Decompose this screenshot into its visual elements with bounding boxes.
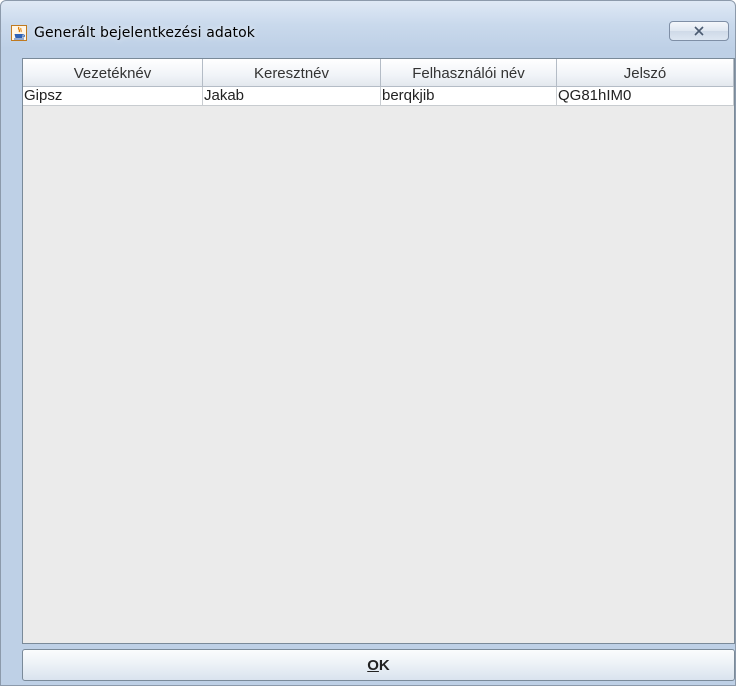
close-button[interactable] bbox=[669, 21, 729, 41]
ok-button-mnemonic: O bbox=[367, 656, 379, 674]
window-title: Generált bejelentkezési adatok bbox=[34, 25, 256, 41]
column-header-lastname[interactable]: Vezetéknév bbox=[23, 59, 203, 86]
ok-button-label: K bbox=[378, 656, 390, 674]
column-header-username[interactable]: Felhasználói név bbox=[381, 59, 557, 86]
credentials-table[interactable]: Vezetéknév Keresztnév Felhasználói név J… bbox=[22, 58, 735, 644]
ok-button[interactable]: OK bbox=[22, 649, 735, 681]
column-header-firstname[interactable]: Keresztnév bbox=[203, 59, 381, 86]
dialog-window: Generált bejelentkezési adatok Vezetékné… bbox=[0, 0, 736, 686]
cell-username[interactable]: berqkjib bbox=[381, 87, 557, 106]
column-header-password[interactable]: Jelszó bbox=[557, 59, 734, 86]
table-header: Vezetéknév Keresztnév Felhasználói név J… bbox=[23, 59, 734, 87]
title-bar[interactable]: Generált bejelentkezési adatok bbox=[1, 1, 735, 51]
close-icon bbox=[693, 26, 705, 36]
table-row[interactable]: Gipsz Jakab berqkjib QG81hIM0 bbox=[23, 87, 734, 106]
cell-firstname[interactable]: Jakab bbox=[203, 87, 381, 106]
cell-lastname[interactable]: Gipsz bbox=[23, 87, 203, 106]
cell-password[interactable]: QG81hIM0 bbox=[557, 87, 734, 106]
java-cup-icon bbox=[11, 25, 27, 41]
